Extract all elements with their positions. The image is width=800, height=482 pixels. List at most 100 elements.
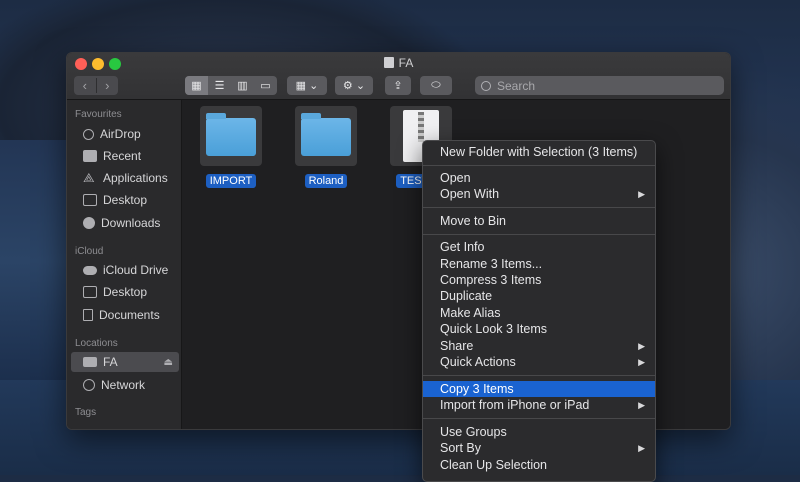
menu-item-open[interactable]: Open: [423, 170, 655, 186]
menu-item-get-info[interactable]: Get Info: [423, 239, 655, 255]
menu-item-clean-up-selection[interactable]: Clean Up Selection: [423, 457, 655, 473]
share-icon: ⇪: [393, 80, 403, 92]
sidebar-item-label: iCloud Drive: [103, 263, 169, 277]
menu-item-label: Open: [440, 171, 471, 185]
sidebar-section-icloud: iCloud: [75, 246, 104, 257]
columns-icon: ▥: [237, 80, 248, 92]
submenu-arrow-icon: ▶: [638, 357, 645, 367]
file-item-import[interactable]: IMPORT: [191, 106, 271, 188]
column-view-button[interactable]: ▥: [231, 76, 254, 95]
sidebar-section-locations: Locations: [75, 338, 118, 349]
sidebar-section-tags: Tags: [75, 407, 97, 418]
menu-item-move-to-bin[interactable]: Move to Bin: [423, 213, 655, 229]
menu-item-label: New Folder with Selection (3 Items): [440, 145, 638, 159]
sidebar-item-icloud-drive[interactable]: iCloud Drive: [83, 260, 179, 280]
share-button[interactable]: ⇪: [385, 76, 411, 95]
sidebar-item-recent[interactable]: Recent: [83, 146, 179, 166]
menu-item-quick-look[interactable]: Quick Look 3 Items: [423, 321, 655, 337]
gallery-icon: ▭: [260, 80, 271, 92]
menu-separator: [423, 207, 655, 208]
menu-item-copy[interactable]: Copy 3 Items: [423, 381, 655, 397]
menu-item-label: Get Info: [440, 240, 485, 254]
menu-item-label: Clean Up Selection: [440, 458, 548, 472]
forward-button[interactable]: ›: [97, 78, 119, 93]
grid-icon: ▦ ⌄: [295, 80, 319, 92]
sidebar-item-fa[interactable]: FA ⏏: [71, 352, 179, 372]
menu-item-rename[interactable]: Rename 3 Items...: [423, 256, 655, 272]
sidebar-item-label: Network: [101, 378, 146, 392]
submenu-arrow-icon: ▶: [638, 443, 645, 453]
menu-item-label: Import from iPhone or iPad: [440, 398, 590, 412]
sidebar-item-label: Desktop: [103, 193, 148, 207]
action-button[interactable]: ⚙ ⌄: [335, 76, 373, 95]
menu-item-quick-actions[interactable]: Quick Actions ▶: [423, 354, 655, 370]
menu-item-label: Quick Actions: [440, 355, 516, 369]
document-icon: [83, 309, 93, 321]
menu-item-label: Use Groups: [440, 425, 507, 439]
drive-icon: [383, 57, 394, 68]
list-view-button[interactable]: ☰: [208, 76, 231, 95]
menu-item-compress[interactable]: Compress 3 Items: [423, 272, 655, 288]
search-placeholder: Search: [497, 78, 536, 93]
menu-separator: [423, 375, 655, 376]
menu-item-label: Sort By: [440, 441, 481, 455]
menu-item-make-alias[interactable]: Make Alias: [423, 305, 655, 321]
menu-item-duplicate[interactable]: Duplicate: [423, 288, 655, 304]
submenu-arrow-icon: ▶: [638, 400, 645, 410]
file-label: IMPORT: [205, 174, 257, 188]
sidebar-item-downloads[interactable]: Downloads: [83, 213, 179, 233]
menu-item-label: Make Alias: [440, 306, 501, 320]
airdrop-icon: [83, 128, 94, 140]
applications-icon: ⟁: [83, 170, 95, 185]
title-bar[interactable]: FA ‹ › ▦ ☰ ▥ ▭ ▦ ⌄ ⚙ ⌄ ⇪ ⬭ Search: [67, 53, 730, 100]
sidebar: Favourites AirDrop Recent ⟁ Applications …: [67, 100, 182, 429]
eject-icon[interactable]: ⏏: [164, 357, 173, 368]
menu-item-label: Open With: [440, 187, 500, 201]
folder-icon: [295, 106, 357, 166]
sidebar-item-label: Documents: [99, 308, 160, 322]
view-mode-control: ▦ ☰ ▥ ▭: [185, 76, 277, 95]
sidebar-item-label: FA: [103, 355, 118, 369]
menu-item-label: Move to Bin: [440, 214, 507, 228]
sidebar-item-network[interactable]: Network: [83, 375, 179, 395]
window-title: FA: [67, 56, 730, 70]
back-button[interactable]: ‹: [74, 78, 97, 93]
search-icon: [481, 80, 491, 91]
menu-item-label: Share: [440, 339, 474, 353]
icon-view-button[interactable]: ▦: [185, 76, 208, 95]
gallery-view-button[interactable]: ▭: [254, 76, 277, 95]
tag-icon: ⬭: [431, 79, 441, 91]
list-icon: ☰: [214, 80, 225, 92]
sidebar-item-label: Downloads: [101, 216, 161, 230]
context-menu: New Folder with Selection (3 Items) Open…: [422, 140, 656, 482]
menu-separator: [423, 165, 655, 166]
menu-item-open-with[interactable]: Open With ▶: [423, 186, 655, 202]
sidebar-item-desktop[interactable]: Desktop: [83, 190, 179, 210]
menu-item-import-from-iphone[interactable]: Import from iPhone or iPad ▶: [423, 397, 655, 413]
group-button[interactable]: ▦ ⌄: [287, 76, 327, 95]
menu-item-label: Duplicate: [440, 289, 493, 303]
sidebar-item-airdrop[interactable]: AirDrop: [83, 124, 179, 144]
menu-item-label: Rename 3 Items...: [440, 257, 543, 271]
sidebar-item-icloud-desktop[interactable]: Desktop: [83, 282, 179, 302]
menu-item-use-groups[interactable]: Use Groups: [423, 424, 655, 440]
tags-button[interactable]: ⬭: [420, 76, 452, 95]
menu-item-sort-by[interactable]: Sort By ▶: [423, 440, 655, 456]
sidebar-item-label: Recent: [103, 149, 142, 163]
desktop-icon: [83, 286, 97, 298]
file-item-roland[interactable]: Roland: [286, 106, 366, 188]
downloads-icon: [83, 217, 95, 229]
menu-item-new-folder-with-selection[interactable]: New Folder with Selection (3 Items): [423, 144, 655, 160]
search-field[interactable]: Search: [475, 76, 724, 95]
menu-item-share[interactable]: Share ▶: [423, 338, 655, 354]
menu-separator: [423, 418, 655, 419]
sidebar-section-favourites: Favourites: [75, 109, 122, 120]
sidebar-item-documents[interactable]: Documents: [83, 305, 179, 325]
menu-item-label: Quick Look 3 Items: [440, 322, 547, 336]
submenu-arrow-icon: ▶: [638, 341, 645, 351]
sidebar-item-label: Applications: [103, 171, 168, 185]
sidebar-item-applications[interactable]: ⟁ Applications: [83, 168, 179, 188]
menu-item-label: Copy 3 Items: [440, 382, 514, 396]
window-title-text: FA: [398, 56, 414, 70]
menu-item-label: Compress 3 Items: [440, 273, 542, 287]
